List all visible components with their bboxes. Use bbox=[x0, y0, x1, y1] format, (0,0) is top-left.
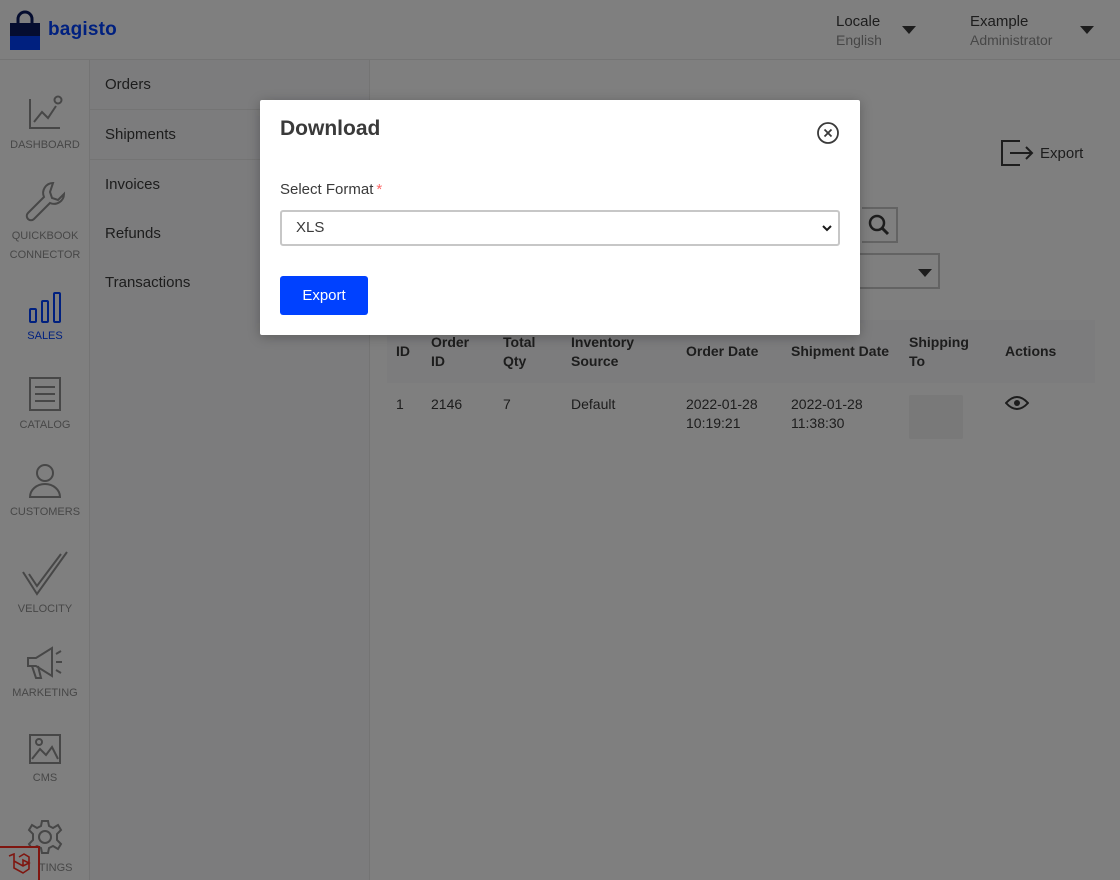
close-icon[interactable] bbox=[816, 121, 840, 145]
select-format-label: Select Format * bbox=[280, 181, 382, 198]
format-select[interactable]: XLS bbox=[280, 210, 840, 246]
export-button[interactable]: Export bbox=[280, 276, 368, 315]
required-mark: * bbox=[376, 181, 383, 198]
format-select-value: XLS bbox=[296, 219, 325, 236]
chevron-down-icon bbox=[822, 225, 832, 232]
select-format-label-text: Select Format bbox=[280, 181, 374, 198]
download-modal: Download Select Format * XLS Export bbox=[260, 100, 860, 335]
modal-title: Download bbox=[280, 117, 381, 140]
